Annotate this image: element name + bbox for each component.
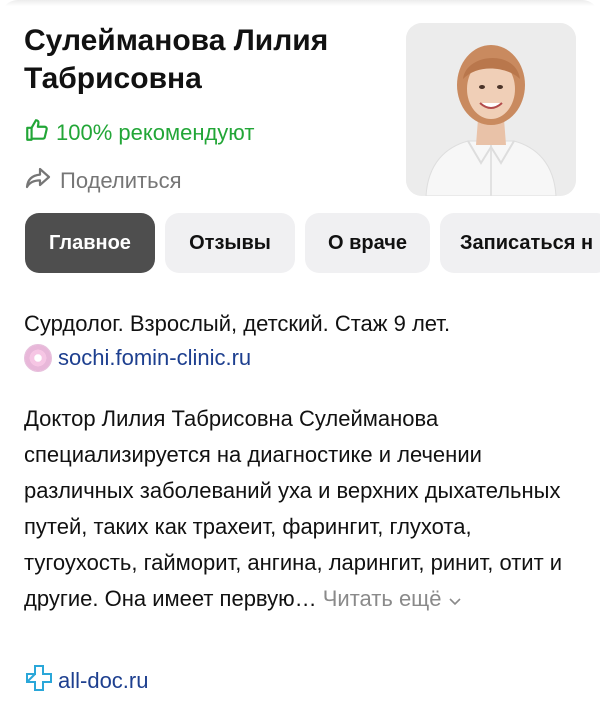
read-more-link[interactable]: Читать ещё xyxy=(323,586,462,611)
chevron-down-icon xyxy=(448,586,462,611)
source-label: all-doc.ru xyxy=(58,668,149,693)
tab-reviews[interactable]: Отзывы xyxy=(165,213,295,273)
doctor-name-line2: Табрисовна xyxy=(24,62,202,95)
clinic-favicon-icon xyxy=(24,344,52,372)
recommendation-text: 100% рекомендуют xyxy=(56,120,255,145)
top-edge-shadow xyxy=(0,0,600,6)
clinic-site-link[interactable]: sochi.fomin-clinic.ru xyxy=(24,344,251,372)
recommendation-rating: 100% рекомендуют xyxy=(24,117,254,149)
description-text: Доктор Лилия Табрисовна Сулейманова спец… xyxy=(24,406,563,611)
medical-cross-icon xyxy=(24,663,54,699)
doctor-name-line1: Сулейманова Лилия xyxy=(24,24,329,57)
doctor-card: Сулейманова Лилия Табрисовна 100% рекоме… xyxy=(0,0,600,712)
tab-book-appointment[interactable]: Записаться н xyxy=(440,213,600,273)
share-icon xyxy=(24,166,52,196)
read-more-label: Читать ещё xyxy=(322,586,442,611)
tab-main[interactable]: Главное xyxy=(25,213,155,273)
tab-about-doctor[interactable]: О враче xyxy=(305,213,430,273)
doctor-photo[interactable] xyxy=(406,23,576,196)
specialty-text: Сурдолог. Взрослый, детский. Стаж 9 лет. xyxy=(24,311,451,336)
share-label: Поделиться xyxy=(60,168,182,193)
thumbs-up-icon xyxy=(24,117,50,149)
tab-bar: Главное Отзывы О враче Записаться н xyxy=(25,213,600,273)
doctor-name: Сулейманова Лилия Табрисовна xyxy=(24,22,394,98)
clinic-site-label: sochi.fomin-clinic.ru xyxy=(58,345,252,370)
source-link[interactable]: all-doc.ru xyxy=(24,663,148,699)
share-button[interactable]: Поделиться xyxy=(24,166,181,196)
doctor-description: Доктор Лилия Табрисовна Сулейманова спец… xyxy=(24,401,564,617)
